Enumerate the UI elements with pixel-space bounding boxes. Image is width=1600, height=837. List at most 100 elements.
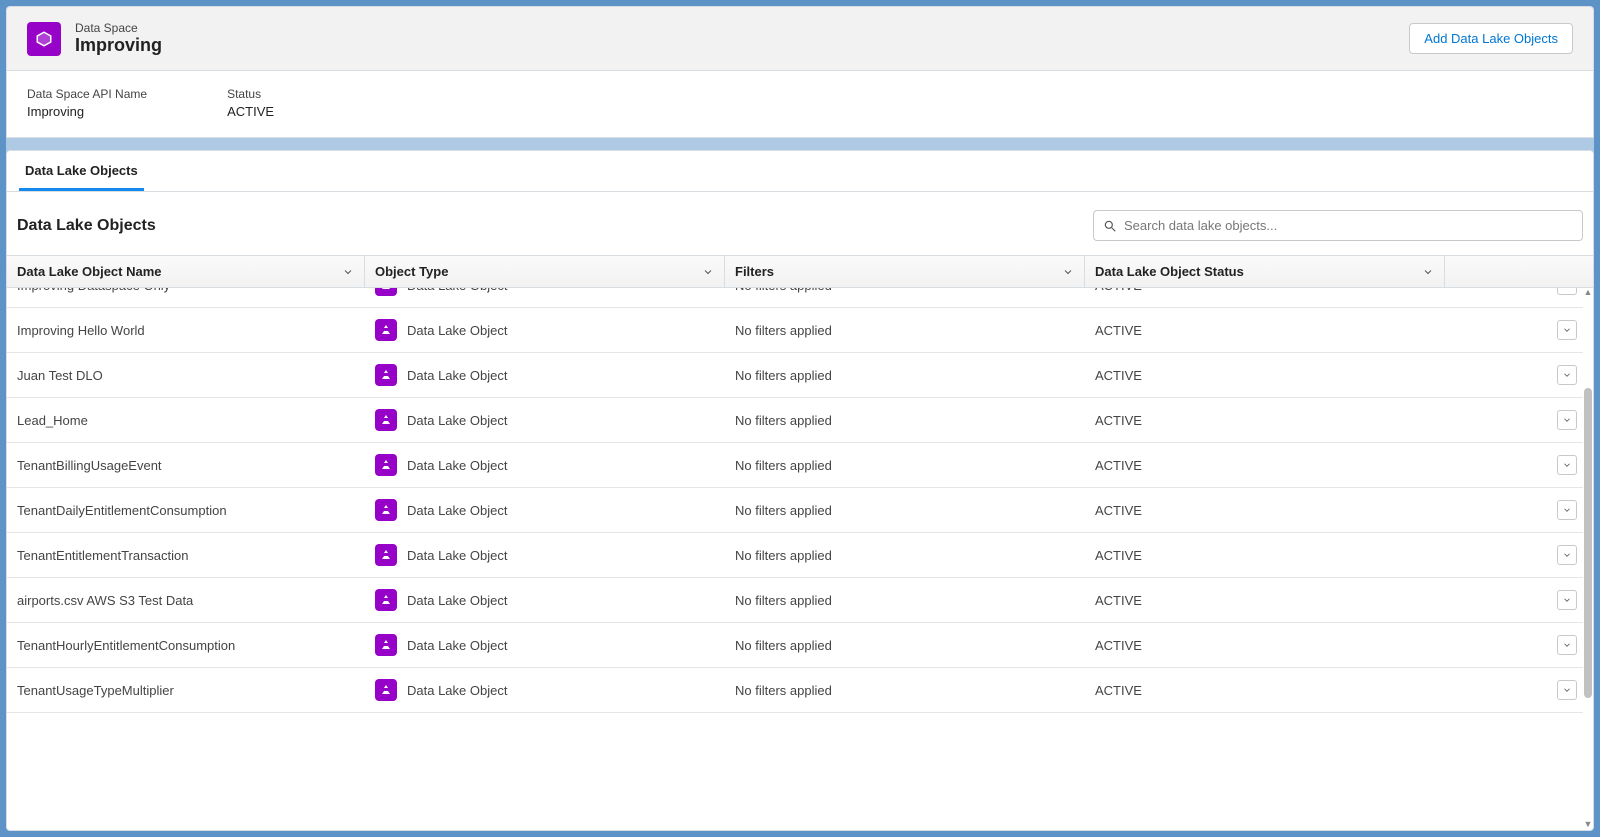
- row-action-menu[interactable]: [1557, 320, 1577, 340]
- row-filters: No filters applied: [735, 368, 832, 383]
- row-action-menu[interactable]: [1557, 545, 1577, 565]
- table-row[interactable]: TenantEntitlementTransaction Data Lake Ob…: [7, 533, 1583, 578]
- data-lake-object-icon: [375, 544, 397, 566]
- row-type: Data Lake Object: [407, 638, 507, 653]
- detail-api-name-label: Data Space API Name: [27, 87, 147, 101]
- data-lake-object-icon: [375, 589, 397, 611]
- data-lake-object-icon: [375, 319, 397, 341]
- row-status: ACTIVE: [1095, 288, 1142, 293]
- row-status: ACTIVE: [1095, 548, 1142, 563]
- add-data-lake-objects-button[interactable]: Add Data Lake Objects: [1409, 23, 1573, 54]
- table-row[interactable]: airports.csv AWS S3 Test DataData Lake O…: [7, 578, 1583, 623]
- column-header-status[interactable]: Data Lake Object Status: [1085, 256, 1445, 287]
- page-header: Data Space Improving Add Data Lake Objec…: [6, 6, 1594, 71]
- row-type: Data Lake Object: [407, 323, 507, 338]
- row-status: ACTIVE: [1095, 368, 1142, 383]
- detail-api-name: Data Space API Name Improving: [27, 87, 147, 119]
- detail-status-value: ACTIVE: [227, 104, 274, 119]
- row-name: Improving Hello World: [17, 323, 145, 338]
- search-icon: [1103, 219, 1117, 233]
- data-lake-object-icon: [375, 634, 397, 656]
- data-lake-object-icon: [375, 409, 397, 431]
- table-rows-viewport[interactable]: Improving Dataspace Only Data Lake Object…: [7, 288, 1583, 830]
- row-type: Data Lake Object: [407, 458, 507, 473]
- row-action-menu[interactable]: [1557, 288, 1577, 295]
- row-status: ACTIVE: [1095, 503, 1142, 518]
- row-type: Data Lake Object: [407, 288, 507, 293]
- data-lake-object-icon: [375, 454, 397, 476]
- table-row[interactable]: TenantHourlyEntitlementConsumption Data L…: [7, 623, 1583, 668]
- column-header-filters-label: Filters: [735, 264, 774, 279]
- table-row[interactable]: Improving Hello World Data Lake Object No …: [7, 308, 1583, 353]
- row-status: ACTIVE: [1095, 638, 1142, 653]
- row-name: TenantHourlyEntitlementConsumption: [17, 638, 235, 653]
- data-lake-object-icon: [375, 679, 397, 701]
- column-header-name[interactable]: Data Lake Object Name: [7, 256, 365, 287]
- column-header-row: Data Lake Object Name Object Type Filter…: [7, 255, 1593, 288]
- table-row[interactable]: Lead_HomeData Lake ObjectNo filters appl…: [7, 398, 1583, 443]
- chevron-down-icon: [702, 266, 714, 278]
- data-lake-object-icon: [375, 364, 397, 386]
- list-header: Data Lake Objects: [7, 192, 1593, 255]
- row-type: Data Lake Object: [407, 683, 507, 698]
- row-action-menu[interactable]: [1557, 590, 1577, 610]
- search-input[interactable]: [1093, 210, 1583, 241]
- row-status: ACTIVE: [1095, 458, 1142, 473]
- chevron-down-icon: [342, 266, 354, 278]
- row-action-menu[interactable]: [1557, 455, 1577, 475]
- table-row[interactable]: TenantUsageTypeMultiplier Data Lake Objec…: [7, 668, 1583, 713]
- row-name: airports.csv AWS S3 Test Data: [17, 593, 193, 608]
- row-name: TenantUsageTypeMultiplier: [17, 683, 174, 698]
- data-space-icon: [27, 22, 61, 56]
- row-filters: No filters applied: [735, 548, 832, 563]
- row-filters: No filters applied: [735, 638, 832, 653]
- row-name: Improving Dataspace Only: [17, 288, 170, 293]
- chevron-down-icon: [1422, 266, 1434, 278]
- data-lake-object-icon: [375, 288, 397, 296]
- row-type: Data Lake Object: [407, 368, 507, 383]
- table-row[interactable]: Improving Dataspace Only Data Lake Object…: [7, 288, 1583, 308]
- row-status: ACTIVE: [1095, 683, 1142, 698]
- row-status: ACTIVE: [1095, 413, 1142, 428]
- row-filters: No filters applied: [735, 458, 832, 473]
- row-type: Data Lake Object: [407, 503, 507, 518]
- scroll-thumb[interactable]: [1584, 388, 1592, 698]
- row-name: TenantEntitlementTransaction: [17, 548, 189, 563]
- table-row[interactable]: TenantBillingUsageEvent Data Lake Object N…: [7, 443, 1583, 488]
- scroll-up-icon[interactable]: ▲: [1583, 288, 1593, 298]
- detail-status: Status ACTIVE: [227, 87, 274, 119]
- row-action-menu[interactable]: [1557, 365, 1577, 385]
- details-panel: Data Space API Name Improving Status ACT…: [6, 71, 1594, 138]
- column-header-type-label: Object Type: [375, 264, 448, 279]
- column-header-status-label: Data Lake Object Status: [1095, 264, 1244, 279]
- row-action-menu[interactable]: [1557, 500, 1577, 520]
- row-action-menu[interactable]: [1557, 635, 1577, 655]
- list-heading: Data Lake Objects: [17, 217, 156, 235]
- row-status: ACTIVE: [1095, 323, 1142, 338]
- row-name: Lead_Home: [17, 413, 88, 428]
- page-title: Improving: [75, 35, 162, 56]
- row-filters: No filters applied: [735, 288, 832, 293]
- page-header-text: Data Space Improving: [75, 21, 162, 56]
- row-type: Data Lake Object: [407, 548, 507, 563]
- row-action-menu[interactable]: [1557, 410, 1577, 430]
- main-panel: Data Lake Objects Data Lake Objects Data…: [6, 150, 1594, 831]
- row-name: TenantBillingUsageEvent: [17, 458, 162, 473]
- tabs-bar: Data Lake Objects: [7, 151, 1593, 192]
- column-header-type[interactable]: Object Type: [365, 256, 725, 287]
- page-eyebrow: Data Space: [75, 21, 162, 35]
- data-lake-object-icon: [375, 499, 397, 521]
- scroll-down-icon[interactable]: ▼: [1583, 820, 1593, 830]
- table-row[interactable]: TenantDailyEntitlementConsumptionData La…: [7, 488, 1583, 533]
- row-name: Juan Test DLO: [17, 368, 103, 383]
- column-header-filters[interactable]: Filters: [725, 256, 1085, 287]
- row-filters: No filters applied: [735, 323, 832, 338]
- detail-status-label: Status: [227, 87, 274, 101]
- row-filters: No filters applied: [735, 593, 832, 608]
- row-filters: No filters applied: [735, 503, 832, 518]
- row-filters: No filters applied: [735, 683, 832, 698]
- tab-data-lake-objects[interactable]: Data Lake Objects: [19, 151, 144, 191]
- row-action-menu[interactable]: [1557, 680, 1577, 700]
- table-row[interactable]: Juan Test DLO Data Lake Object No filters …: [7, 353, 1583, 398]
- scrollbar[interactable]: ▲ ▼: [1583, 288, 1593, 830]
